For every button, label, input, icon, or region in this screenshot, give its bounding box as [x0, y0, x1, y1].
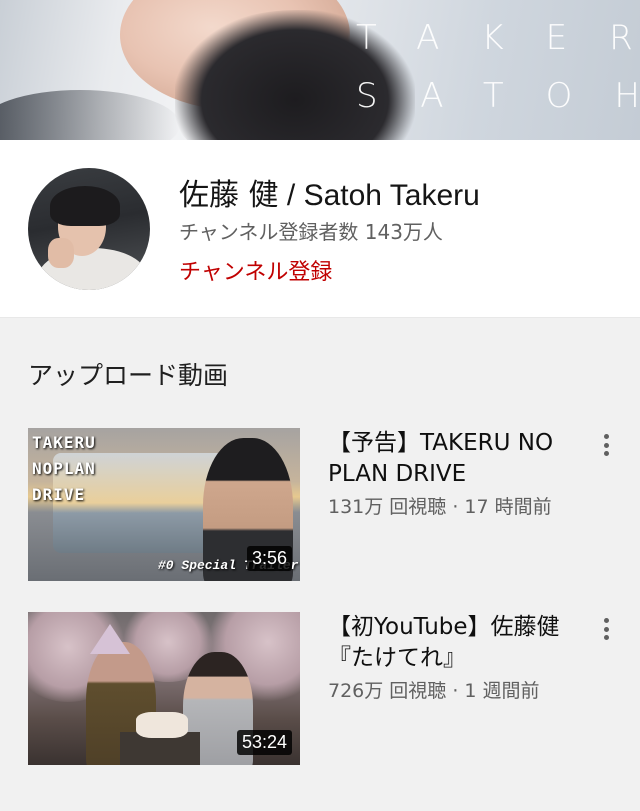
video-thumbnail[interactable]: TAKERU NOPLAN DRIVE #0 Special Trailer 3… [28, 428, 300, 581]
more-vert-icon[interactable] [596, 614, 616, 644]
video-item[interactable]: TAKERU NOPLAN DRIVE #0 Special Trailer 3… [28, 428, 628, 582]
video-meta: 726万 回視聴 · 1 週間前 [328, 680, 540, 702]
video-duration: 3:56 [246, 546, 292, 571]
channel-name: 佐藤 健 / Satoh Takeru [179, 178, 480, 213]
channel-banner: TAKERU SATOH [0, 0, 640, 140]
thumbnail-title-art: TAKERU NOPLAN DRIVE [32, 433, 96, 504]
video-title[interactable]: 【初YouTube】佐藤健『たけてれ』 [328, 612, 578, 674]
video-meta: 131万 回視聴 · 17 時間前 [328, 496, 552, 518]
banner-text-line2: SATOH [356, 76, 640, 116]
more-vert-icon[interactable] [596, 430, 616, 460]
channel-avatar[interactable] [28, 168, 150, 290]
video-title[interactable]: 【予告】TAKERU NO PLAN DRIVE [328, 428, 578, 490]
channel-header: 佐藤 健 / Satoh Takeru チャンネル登録者数 143万人 チャンネ… [0, 140, 640, 318]
banner-shadow [0, 90, 180, 140]
video-item[interactable]: 53:24 【初YouTube】佐藤健『たけてれ』 726万 回視聴 · 1 週… [28, 612, 628, 766]
section-title: アップロード動画 [28, 361, 229, 390]
video-thumbnail[interactable]: 53:24 [28, 612, 300, 765]
subscriber-count: チャンネル登録者数 143万人 [179, 220, 443, 244]
subscribe-button[interactable]: チャンネル登録 [179, 254, 332, 286]
video-duration: 53:24 [236, 730, 292, 755]
banner-text-line1: TAKERU [356, 18, 640, 58]
